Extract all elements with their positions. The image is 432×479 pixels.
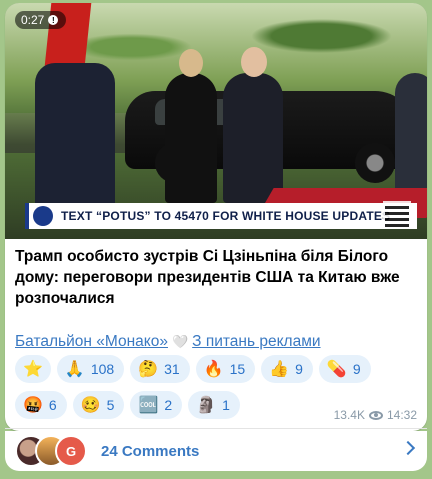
video-scene-person [223, 47, 283, 203]
thinking-icon: 🤔 [138, 361, 159, 378]
video-scene-guard [35, 63, 115, 213]
reaction-count: 5 [106, 397, 115, 413]
seal-icon [33, 206, 53, 226]
cool-icon: 🆒 [138, 397, 159, 414]
reaction-count: 2 [164, 397, 173, 413]
comments-button[interactable]: G 24 Comments [5, 428, 427, 471]
message-bubble: 0:27 ! TEXT “POTUS” TO 45470 FOR WHITE H… [5, 3, 427, 431]
view-count: 13.4K [333, 408, 365, 422]
reaction-thumbs-up[interactable]: 👍 9 [261, 355, 313, 383]
reaction-pill[interactable]: 💊 9 [318, 355, 371, 383]
avatar: G [55, 435, 87, 467]
thumbs-up-icon: 👍 [269, 361, 290, 378]
fire-icon: 🔥 [203, 361, 224, 378]
video-lower-third-banner: TEXT “POTUS” TO 45470 FOR WHITE HOUSE UP… [25, 201, 417, 229]
cursing-face-icon: 🤬 [23, 397, 43, 414]
reaction-count: 31 [164, 361, 180, 377]
reaction-star[interactable]: ⭐ [15, 355, 51, 383]
reaction-count: 6 [48, 397, 57, 413]
reaction-moai[interactable]: 🗿 1 [188, 391, 240, 419]
reaction-cursing[interactable]: 🤬 6 [15, 391, 67, 419]
video-duration-badge: 0:27 ! [15, 11, 67, 29]
commenter-avatars: G [15, 435, 95, 467]
moai-icon: 🗿 [196, 397, 217, 414]
reaction-count: 9 [352, 361, 361, 377]
reaction-woozy[interactable]: 🥴 5 [72, 391, 125, 419]
video-scene-wheel [355, 143, 395, 183]
reaction-fire[interactable]: 🔥 15 [195, 355, 256, 383]
comments-count-label[interactable]: 24 Comments [101, 443, 199, 460]
qr-code-icon [383, 201, 411, 229]
eye-icon [368, 410, 383, 420]
video-duration: 0:27 [21, 13, 45, 27]
reaction-count: 9 [295, 361, 303, 377]
video-scene-person [165, 49, 217, 203]
white-heart-icon: 🤍 [171, 334, 189, 349]
pray-icon: 🙏 [64, 361, 85, 378]
ads-link[interactable]: З питань реклами [192, 333, 320, 351]
star-icon: ⭐ [23, 361, 43, 378]
reaction-pray[interactable]: 🙏 108 [56, 355, 125, 383]
reaction-count: 108 [90, 361, 115, 377]
reaction-count: 1 [222, 397, 230, 413]
post-links: Батальйон «Монако» 🤍 З питань реклами [15, 333, 321, 351]
channel-link[interactable]: Батальйон «Монако» [15, 333, 168, 351]
post-caption: Трамп особисто зустрів Сі Цзіньпіна біля… [15, 248, 400, 307]
banner-text: TEXT “POTUS” TO 45470 FOR WHITE HOUSE UP… [61, 209, 391, 223]
message-time: 14:32 [386, 408, 417, 422]
woozy-face-icon: 🥴 [80, 397, 101, 414]
pill-icon: 💊 [326, 361, 347, 378]
reaction-thinking[interactable]: 🤔 31 [130, 355, 190, 383]
chevron-right-icon [400, 440, 416, 456]
muted-icon: ! [48, 15, 59, 25]
video-preview[interactable]: 0:27 ! TEXT “POTUS” TO 45470 FOR WHITE H… [5, 3, 427, 239]
reactions-row-1: ⭐ 🙏 108 🤔 31 🔥 15 👍 9 💊 9 [15, 355, 420, 383]
message-meta: 13.4K 14:32 [334, 408, 417, 422]
reaction-count: 15 [229, 361, 246, 377]
reaction-cool[interactable]: 🆒 2 [130, 391, 183, 419]
